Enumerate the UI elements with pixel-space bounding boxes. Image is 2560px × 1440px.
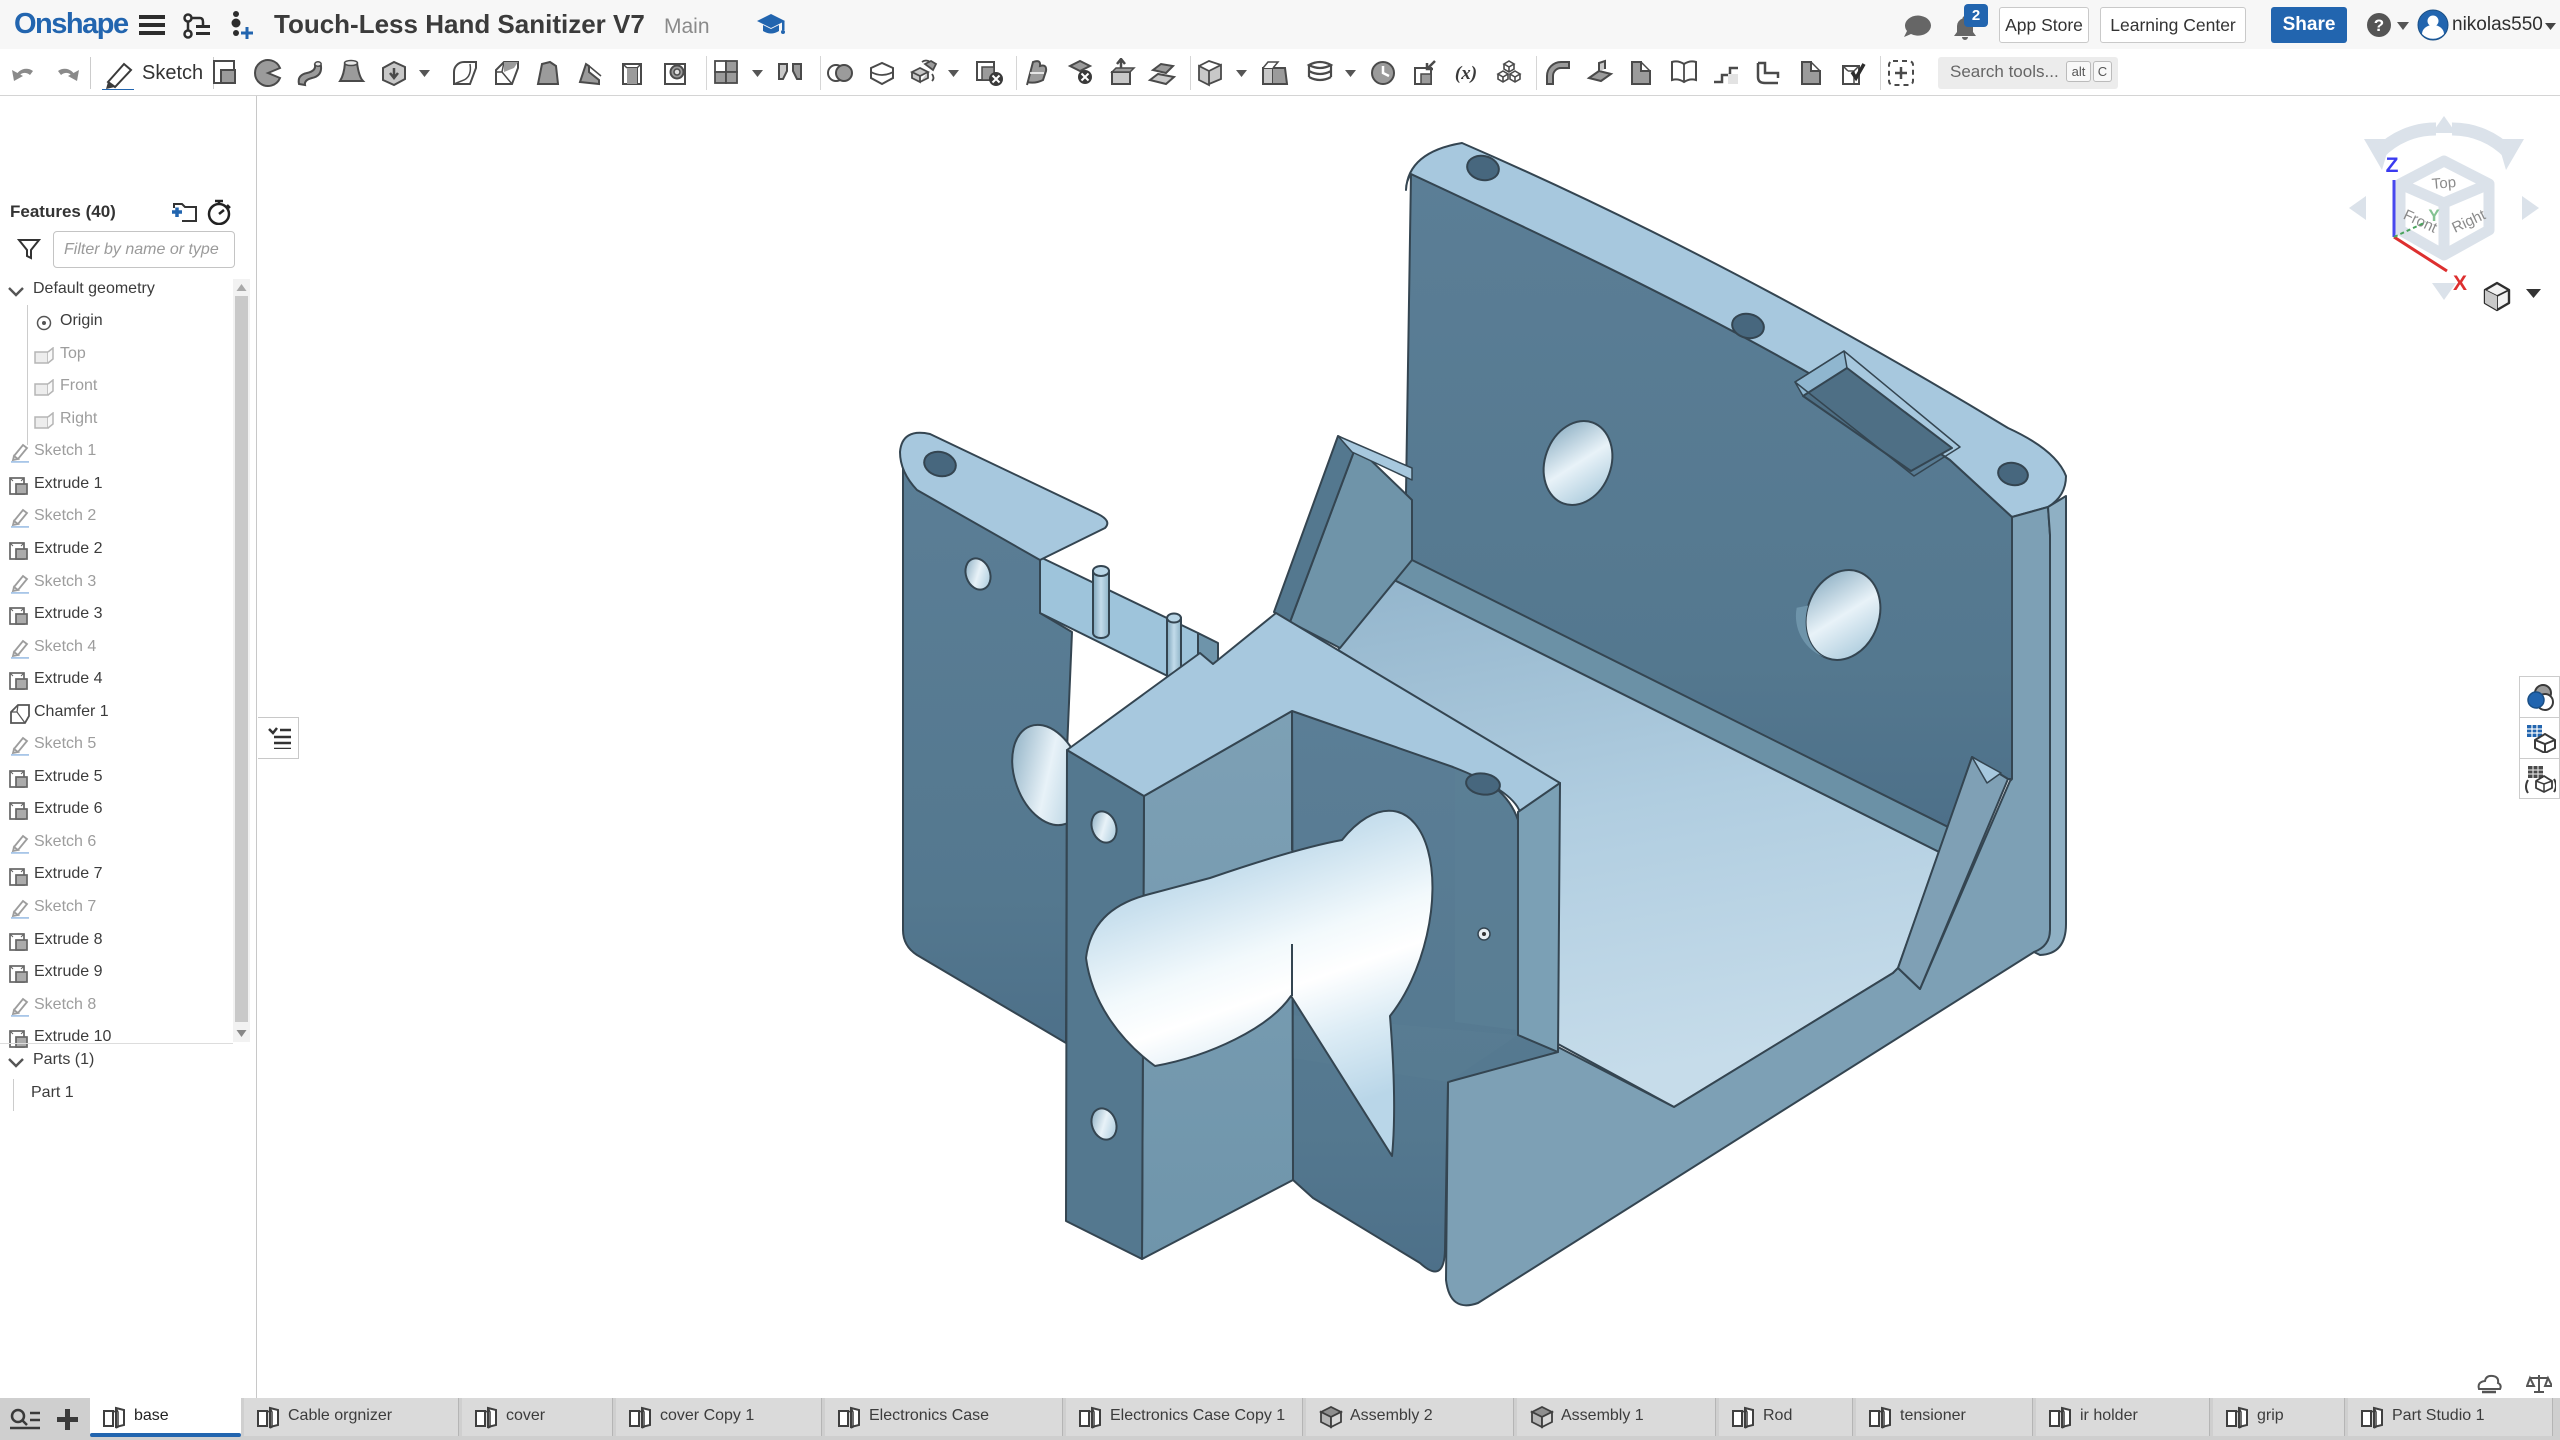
svg-text:?: ? bbox=[2374, 16, 2384, 35]
svg-text:X: X bbox=[2453, 272, 2467, 295]
svg-text:Z: Z bbox=[2386, 154, 2399, 177]
svg-text:(x): (x) bbox=[1455, 63, 1477, 84]
svg-text:Y: Y bbox=[2428, 206, 2440, 225]
svg-text:Top: Top bbox=[2431, 174, 2457, 193]
